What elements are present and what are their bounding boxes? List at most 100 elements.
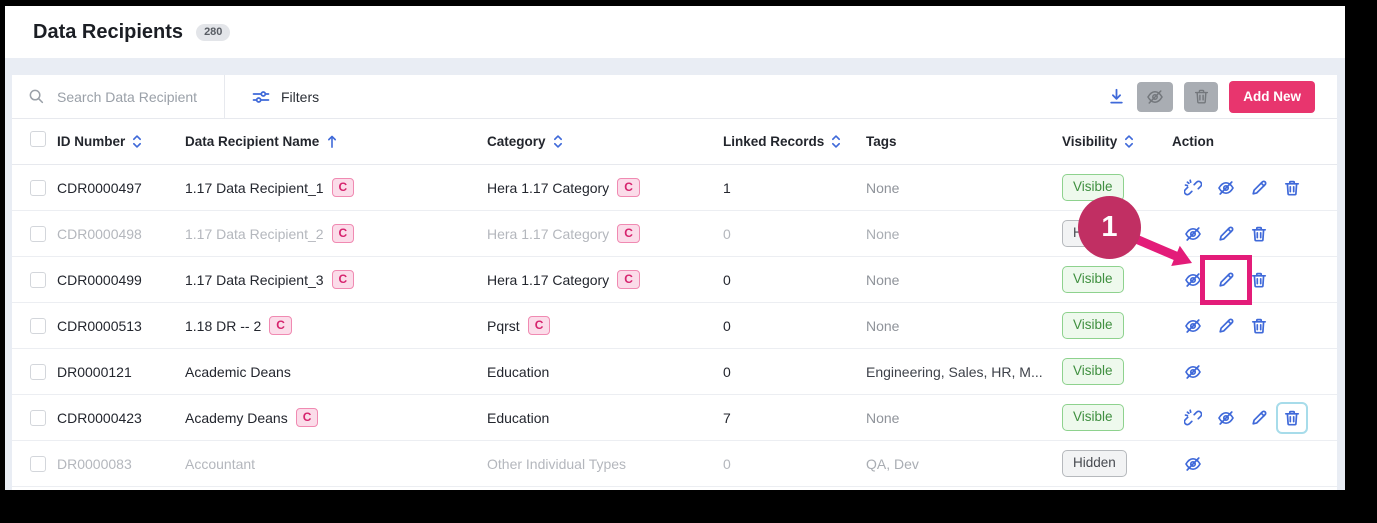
visibility-badge: Visible <box>1062 404 1124 431</box>
cell-id-number: CDR0000513 <box>57 317 142 334</box>
cell-tags: None <box>866 409 900 426</box>
column-header-linked-records[interactable]: Linked Records <box>723 134 866 149</box>
search-icon <box>28 88 45 105</box>
eye-off-icon <box>1184 363 1202 381</box>
trash-icon <box>1283 179 1301 197</box>
column-header-action: Action <box>1172 134 1337 149</box>
row-checkbox-cell <box>12 409 57 426</box>
search-box[interactable] <box>12 75 225 118</box>
add-new-button[interactable]: Add New <box>1229 80 1315 113</box>
row-checkbox-cell <box>12 225 57 242</box>
filters-label: Filters <box>281 88 320 105</box>
hide-action-button[interactable] <box>1217 409 1235 427</box>
record-count-badge: 280 <box>196 23 231 41</box>
toolbar-actions: Add New <box>1107 80 1337 113</box>
delete-selected-button[interactable] <box>1184 81 1219 112</box>
sort-ascending-icon <box>326 134 338 149</box>
column-header-data-recipient-name[interactable]: Data Recipient Name <box>185 134 487 149</box>
table-header-row: ID Number Data Recipient Name Category Link… <box>12 119 1337 165</box>
delete-action-button[interactable] <box>1276 401 1308 434</box>
table-row: CDR0000423 Academy Deans C Education 7 N… <box>12 395 1337 441</box>
hide-action-button[interactable] <box>1184 455 1202 473</box>
column-header-visibility[interactable]: Visibility <box>1062 134 1172 149</box>
download-icon[interactable] <box>1107 87 1126 106</box>
row-checkbox[interactable] <box>30 455 46 472</box>
delete-action-button[interactable] <box>1283 179 1301 197</box>
cell-recipient-name: 1.18 DR -- 2 C <box>185 315 487 336</box>
hide-selected-button[interactable] <box>1137 81 1174 112</box>
cell-linked-records: 0 <box>723 317 731 334</box>
collection-badge: C <box>527 315 551 336</box>
row-checkbox[interactable] <box>30 271 46 288</box>
row-checkbox[interactable] <box>30 363 46 380</box>
sliders-icon <box>252 88 270 106</box>
collection-badge: C <box>295 407 319 428</box>
column-header-tags: Tags <box>866 134 1062 149</box>
cell-category: Hera 1.17 Category C <box>487 223 723 244</box>
cell-recipient-name: Accountant <box>185 455 256 472</box>
row-checkbox-cell <box>12 271 57 288</box>
table-row: DR0000121 Academic Deans Education 0 Eng… <box>12 349 1337 395</box>
trash-icon <box>1193 88 1210 105</box>
cell-tags: QA, Dev <box>866 455 919 472</box>
cell-visibility: Visible <box>1062 358 1172 385</box>
cell-id-number: DR0000121 <box>57 363 132 380</box>
cell-category: Other Individual Types <box>487 455 627 472</box>
search-input[interactable] <box>55 87 210 106</box>
edit-action-button[interactable] <box>1250 409 1268 427</box>
column-header-label: ID Number <box>57 134 126 149</box>
cell-linked-records: 0 <box>723 455 731 472</box>
cell-id-number: CDR0000423 <box>57 409 142 426</box>
cell-visibility: Visible <box>1062 404 1172 431</box>
cell-id-number: CDR0000498 <box>57 225 142 242</box>
cell-tags: None <box>866 271 900 288</box>
collection-badge: C <box>331 223 355 244</box>
cell-category: Education <box>487 363 550 380</box>
column-header-id-number[interactable]: ID Number <box>57 134 185 149</box>
column-header-category[interactable]: Category <box>487 134 723 149</box>
row-checkbox[interactable] <box>30 179 46 196</box>
cell-category: Hera 1.17 Category C <box>487 177 723 198</box>
column-header-label: Data Recipient Name <box>185 134 320 149</box>
sort-toggle-icon <box>132 134 142 149</box>
cell-visibility: Hidden <box>1062 450 1172 477</box>
screenshot-frame: Data Recipients 280 Search Data Recipien… <box>0 0 1377 523</box>
cell-id-number: CDR0000499 <box>57 271 142 288</box>
column-header-label: Action <box>1172 134 1214 149</box>
filters-button[interactable]: Filters <box>252 88 319 106</box>
unlink-action-button[interactable] <box>1184 408 1202 427</box>
row-checkbox[interactable] <box>30 225 46 242</box>
cell-linked-records: 1 <box>723 179 731 196</box>
collection-badge: C <box>617 177 640 198</box>
annotation-step-badge: 1 <box>1078 196 1141 259</box>
cell-tags: None <box>866 225 900 242</box>
cell-linked-records: 0 <box>723 225 731 242</box>
cell-category: Education <box>487 409 550 426</box>
cell-category: Hera 1.17 Category C <box>487 269 723 290</box>
row-checkbox-cell <box>12 317 57 334</box>
cell-recipient-name: 1.17 Data Recipient_3 C <box>185 269 487 290</box>
edit-icon <box>1250 409 1268 427</box>
table-row: DR0000083 Accountant Other Individual Ty… <box>12 441 1337 487</box>
trash-icon <box>1283 409 1301 427</box>
row-checkbox-cell <box>12 455 57 472</box>
collection-badge: C <box>617 269 640 290</box>
cell-tags: None <box>866 179 900 196</box>
visibility-badge: Visible <box>1062 358 1124 385</box>
row-checkbox[interactable] <box>30 317 46 334</box>
select-all-checkbox[interactable] <box>30 131 46 147</box>
cell-recipient-name: Academy Deans C <box>185 407 487 428</box>
collection-badge: C <box>617 223 640 244</box>
row-checkbox[interactable] <box>30 409 46 426</box>
sort-toggle-icon <box>1124 134 1134 149</box>
cell-recipient-name: Academic Deans <box>185 363 291 380</box>
cell-tags: None <box>866 317 900 334</box>
collection-badge: C <box>269 315 292 336</box>
collection-badge: C <box>331 269 355 290</box>
visibility-badge: Hidden <box>1062 450 1127 477</box>
cell-id-number: DR0000083 <box>57 455 132 472</box>
sort-toggle-icon <box>831 134 841 149</box>
page-header: Data Recipients 280 <box>5 6 1345 58</box>
hide-action-button[interactable] <box>1184 363 1202 381</box>
column-header-label: Category <box>487 134 546 149</box>
